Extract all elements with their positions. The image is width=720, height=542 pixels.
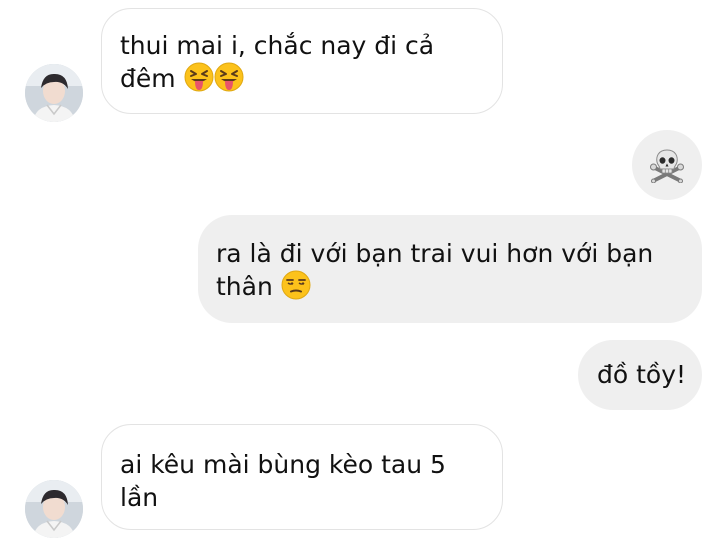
message-bubble-incoming[interactable]: thui mai i, chắc nay đi cả đêm (101, 8, 503, 114)
message-bubble-outgoing[interactable]: đồ tồy! (578, 340, 702, 410)
message-text: thân (216, 270, 682, 303)
skull-and-crossbones-emoji (649, 147, 685, 184)
sender-avatar[interactable] (25, 64, 83, 122)
message-bubble-incoming[interactable]: ai kêu mài bùng kèo tau 5 lần (101, 424, 503, 530)
sender-avatar[interactable] (25, 480, 83, 538)
message-text: thui mai i, chắc nay đi cả (120, 31, 435, 60)
message-text: đồ tồy! (597, 360, 687, 389)
message-text: lần (120, 483, 159, 512)
message-text: đêm (120, 62, 484, 95)
squinting-tongue-face-emoji (184, 62, 214, 92)
message-text: ra là đi với bạn trai vui hơn với bạn (216, 239, 654, 268)
message-bubble-outgoing[interactable]: ra là đi với bạn trai vui hơn với bạn th… (198, 215, 702, 323)
unamused-face-emoji (281, 270, 311, 300)
message-bubble-outgoing[interactable] (632, 130, 702, 200)
squinting-tongue-face-emoji (214, 62, 244, 92)
message-text: ai kêu mài bùng kèo tau 5 (120, 450, 446, 479)
